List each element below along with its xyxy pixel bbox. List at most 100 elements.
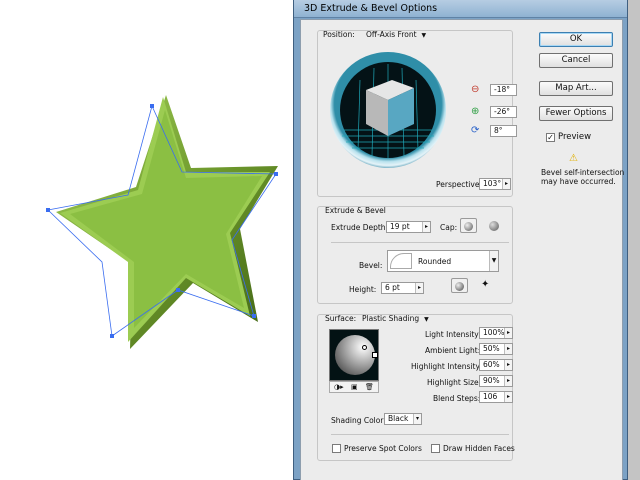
- rotate-z-icon: ⟳: [471, 125, 480, 136]
- highlight-size-label: Highlight Size:: [427, 378, 482, 387]
- extrude-separator: [331, 242, 509, 243]
- preserve-spot-colors-checkbox[interactable]: [332, 444, 341, 453]
- move-light-back-icon[interactable]: ◑▸: [334, 382, 344, 392]
- warning-text-line1: Bevel self-intersection: [541, 168, 625, 177]
- chevron-down-icon: ▾: [413, 414, 421, 424]
- light-intensity-value: 100%: [483, 328, 505, 337]
- extrude-depth-field[interactable]: 19 pt ▸: [386, 221, 431, 233]
- cancel-button[interactable]: Cancel: [539, 53, 613, 68]
- bevel-height-value: 6 pt: [385, 283, 400, 292]
- surface-dropdown[interactable]: Plastic Shading ▼: [359, 313, 444, 325]
- warning-icon: ⚠: [569, 153, 578, 164]
- lighting-sphere: [335, 335, 375, 375]
- surface-value: Plastic Shading: [362, 314, 420, 323]
- position-value: Off-Axis Front: [366, 30, 417, 39]
- draw-hidden-faces-checkbox[interactable]: [431, 444, 440, 453]
- anchor-point[interactable]: [46, 208, 50, 212]
- bevel-extent-in-icon: ✦: [481, 279, 490, 290]
- shading-color-dropdown[interactable]: Black ▾: [384, 413, 422, 425]
- rotate-x-icon: ⊖: [471, 84, 480, 95]
- light-back-handle[interactable]: [372, 352, 378, 358]
- perspective-field[interactable]: 103° ▸: [479, 178, 511, 190]
- warning-text-line2: may have occurred.: [541, 177, 616, 186]
- highlight-size-field[interactable]: 90% ▸: [479, 375, 513, 387]
- preserve-spot-colors-label[interactable]: Preserve Spot Colors: [344, 444, 422, 453]
- rotate-y-value: -26°: [494, 107, 510, 116]
- bevel-height-arrow-icon[interactable]: ▸: [415, 283, 423, 293]
- cap-on-icon: [464, 222, 473, 231]
- new-light-icon[interactable]: ▣: [351, 382, 358, 392]
- light-intensity-field[interactable]: 100% ▸: [479, 327, 513, 339]
- dialog-titlebar[interactable]: 3D Extrude & Bevel Options: [294, 0, 627, 18]
- artboard[interactable]: [0, 0, 300, 480]
- anchor-point[interactable]: [150, 104, 154, 108]
- bevel-label: Bevel:: [359, 261, 383, 270]
- ambient-light-label: Ambient Light:: [425, 346, 481, 355]
- bevel-extent-in-button[interactable]: ✦: [479, 279, 493, 291]
- extrude-depth-arrow-icon[interactable]: ▸: [422, 222, 430, 232]
- cap-label: Cap:: [440, 223, 458, 232]
- perspective-label: Perspective:: [436, 180, 482, 189]
- extrude-bevel-title: Extrude & Bevel: [325, 206, 386, 215]
- blend-steps-field[interactable]: 106 ▸: [479, 391, 513, 403]
- shading-color-value: Black: [388, 414, 409, 423]
- perspective-arrow-icon[interactable]: ▸: [502, 179, 510, 189]
- light-source-handle[interactable]: [362, 345, 367, 350]
- rotate-z-value: 8°: [494, 126, 503, 135]
- bevel-preview-icon: [390, 253, 412, 269]
- extrude-depth-value: 19 pt: [390, 222, 410, 231]
- bevel-height-label: Height:: [349, 285, 377, 294]
- highlight-intensity-arrow-icon[interactable]: ▸: [504, 360, 512, 370]
- preview-label[interactable]: Preview: [558, 132, 591, 142]
- dialog-title: 3D Extrude & Bevel Options: [304, 3, 438, 14]
- chevron-down-icon: ▼: [421, 32, 427, 39]
- bevel-height-field[interactable]: 6 pt ▸: [381, 282, 424, 294]
- cap-off-button[interactable]: [489, 221, 499, 231]
- rotation-trackball[interactable]: [328, 50, 448, 170]
- lighting-preview[interactable]: [329, 329, 379, 381]
- preview-checkbox[interactable]: ✓: [546, 133, 555, 142]
- blend-steps-value: 106: [483, 392, 498, 401]
- ambient-light-arrow-icon[interactable]: ▸: [504, 344, 512, 354]
- dialog-body: Position: Off-Axis Front ▼ ⊖ -18° ⊕ -26°…: [300, 19, 625, 480]
- anchor-point[interactable]: [110, 334, 114, 338]
- map-art-button[interactable]: Map Art...: [539, 81, 613, 96]
- cap-on-button[interactable]: [460, 218, 477, 233]
- blend-steps-arrow-icon[interactable]: ▸: [504, 392, 512, 402]
- draw-hidden-faces-label[interactable]: Draw Hidden Faces: [443, 444, 515, 453]
- highlight-intensity-label: Highlight Intensity:: [411, 362, 482, 371]
- ambient-light-field[interactable]: 50% ▸: [479, 343, 513, 355]
- ok-button[interactable]: OK: [539, 32, 613, 47]
- position-label: Position:: [323, 30, 355, 39]
- position-dropdown[interactable]: Off-Axis Front ▼: [363, 29, 438, 41]
- bevel-dropdown[interactable]: Rounded ▼: [387, 250, 499, 272]
- bevel-extent-out-icon: [455, 282, 464, 291]
- blend-steps-label: Blend Steps:: [433, 394, 481, 403]
- light-intensity-arrow-icon[interactable]: ▸: [504, 328, 512, 338]
- bevel-extent-out-button[interactable]: [451, 278, 468, 293]
- ambient-light-value: 50%: [483, 344, 500, 353]
- chevron-down-icon: ▼: [424, 316, 429, 323]
- delete-light-icon[interactable]: 🗑: [365, 382, 374, 392]
- rotate-z-field[interactable]: 8°: [490, 125, 517, 137]
- bevel-value: Rounded: [418, 257, 452, 266]
- highlight-size-value: 90%: [483, 376, 500, 385]
- perspective-value: 103°: [483, 179, 502, 188]
- anchor-point[interactable]: [274, 172, 278, 176]
- shading-color-label: Shading Color:: [331, 416, 386, 425]
- surface-separator: [331, 434, 509, 435]
- rotate-y-icon: ⊕: [471, 106, 480, 117]
- highlight-size-arrow-icon[interactable]: ▸: [504, 376, 512, 386]
- anchor-point[interactable]: [252, 314, 256, 318]
- highlight-intensity-field[interactable]: 60% ▸: [479, 359, 513, 371]
- star-artwork[interactable]: [0, 0, 300, 480]
- fewer-options-button[interactable]: Fewer Options: [539, 106, 613, 121]
- bevel-dropdown-arrow-icon[interactable]: ▼: [489, 251, 498, 271]
- extrude-depth-label: Extrude Depth:: [331, 223, 389, 232]
- rotate-x-field[interactable]: -18°: [490, 84, 517, 96]
- extrude-bevel-dialog: 3D Extrude & Bevel Options Position: Off…: [293, 0, 628, 480]
- lighting-toolbar: ◑▸ ▣ 🗑: [329, 381, 379, 393]
- highlight-intensity-value: 60%: [483, 360, 500, 369]
- rotate-y-field[interactable]: -26°: [490, 106, 517, 118]
- anchor-point[interactable]: [176, 288, 180, 292]
